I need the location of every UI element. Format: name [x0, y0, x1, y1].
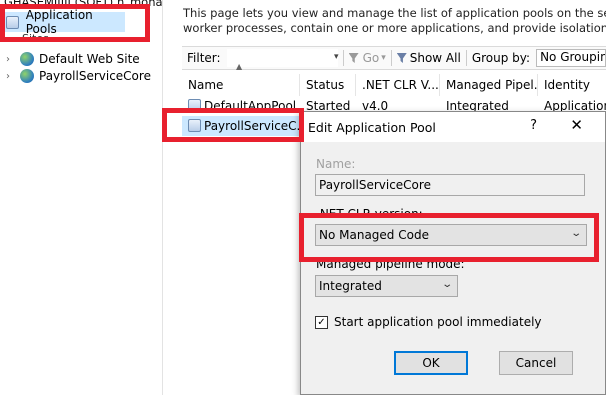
show-all-button[interactable]: Show All	[396, 51, 461, 65]
divider	[342, 50, 344, 66]
close-icon[interactable]: ✕	[570, 116, 583, 134]
description-line: This page lets you view and manage the l…	[183, 6, 606, 20]
column-header-identity[interactable]: Identity	[538, 74, 606, 96]
help-icon[interactable]: ?	[530, 118, 537, 133]
ok-button[interactable]: OK	[394, 351, 468, 375]
go-label: Go	[362, 51, 380, 65]
dialog-title-bar[interactable]: Edit Application Pool ? ✕	[301, 112, 605, 142]
filter-label: Filter:	[187, 51, 221, 65]
highlight-application-pools	[0, 4, 150, 42]
dialog-title: Edit Application Pool	[308, 119, 436, 135]
group-by-label: Group by:	[471, 51, 531, 65]
checkmark-icon[interactable]: ✓	[315, 315, 328, 329]
group-by-select[interactable]: No Grouping	[536, 49, 606, 67]
chevron-right-icon[interactable]: ›	[6, 71, 16, 82]
name-field[interactable]: PayrollServiceCore	[315, 174, 585, 196]
column-header-status[interactable]: Status	[300, 74, 356, 96]
filter-icon	[348, 53, 359, 63]
filter-bar: Filter: ▾ Go ▾ Show All Group by: No Gro…	[182, 46, 606, 70]
tree-item-payrollservicecore[interactable]: › PayrollServiceCore	[6, 67, 151, 85]
divider	[465, 50, 467, 66]
pipeline-mode-value: Integrated	[319, 279, 382, 293]
highlight-clr-version	[299, 213, 599, 262]
chevron-right-icon[interactable]: ›	[6, 54, 16, 65]
page-description: This page lets you view and manage the l…	[183, 6, 606, 36]
column-header-pipeline[interactable]: Managed Pipel...	[440, 74, 538, 96]
filter-icon	[396, 53, 407, 63]
column-header-name[interactable]: Name	[182, 74, 300, 96]
tree-item-default-web-site[interactable]: › Default Web Site	[6, 50, 140, 68]
chevron-down-icon[interactable]: ▾	[334, 52, 339, 62]
connections-tree: GHASEMIIIII (SOFT) h_mohan Application P…	[0, 0, 163, 395]
column-header-clr[interactable]: .NET CLR V...	[356, 74, 440, 96]
start-immediately-label: Start application pool immediately	[334, 315, 542, 329]
grid-header: Name Status .NET CLR V... Managed Pipel.…	[182, 74, 606, 96]
show-all-label: Show All	[409, 51, 461, 65]
globe-icon	[20, 52, 34, 66]
start-immediately-checkbox[interactable]: ✓ Start application pool immediately	[315, 315, 542, 329]
divider	[390, 50, 392, 66]
chevron-down-icon: ⌄	[440, 279, 453, 290]
sort-caret-icon: ▲	[236, 62, 243, 71]
name-label: Name:	[316, 157, 356, 171]
highlight-selected-pool	[162, 108, 304, 142]
description-line: worker processes, contain one or more ap…	[183, 21, 606, 35]
cancel-button[interactable]: Cancel	[499, 351, 573, 375]
tree-item-label: Default Web Site	[39, 52, 140, 66]
globe-icon	[20, 69, 34, 83]
tree-item-label: PayrollServiceCore	[39, 69, 151, 83]
chevron-down-icon: ▾	[381, 53, 386, 63]
pipeline-mode-select[interactable]: Integrated ⌄	[315, 275, 458, 297]
filter-input[interactable]: ▾	[226, 49, 339, 67]
go-button[interactable]: Go ▾	[348, 51, 386, 65]
